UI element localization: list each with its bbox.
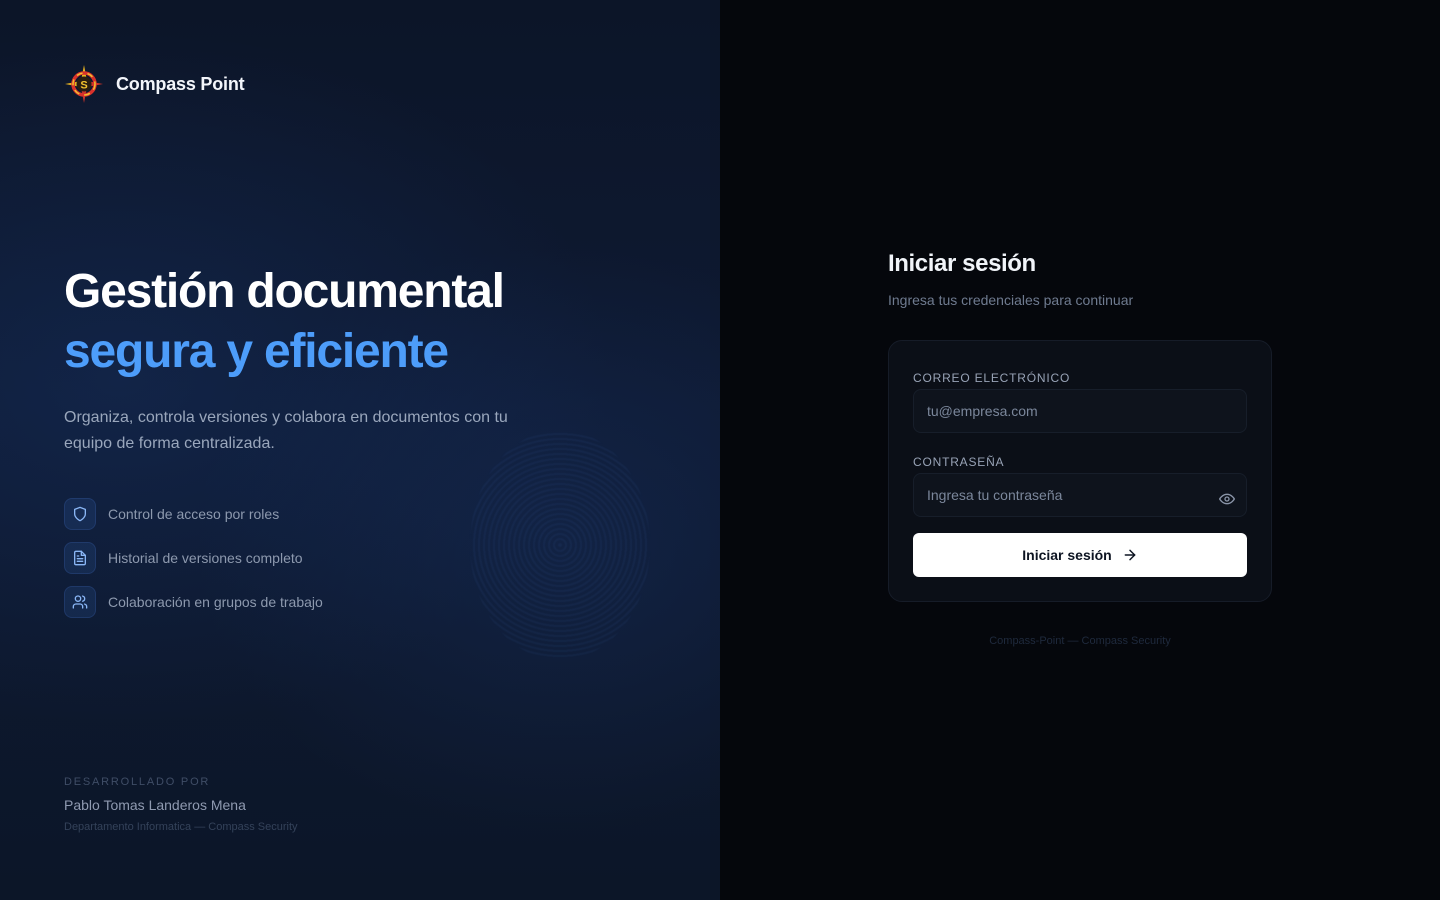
hero-title-line1: Gestión documental [64,265,505,318]
login-title: Iniciar sesión [888,250,1036,277]
shield-icon [64,498,96,530]
feature-label: Historial de versiones completo [108,550,303,566]
hero-description: Organiza, controla versiones y colabora … [64,409,508,452]
credits-kicker: DESARROLLADO POR [64,776,211,788]
credits: DESARROLLADO POR Pablo Tomas Landeros Me… [64,776,298,833]
feature-label: Control de acceso por roles [108,506,280,522]
hero-heading: Gestión documental segura y eficiente [64,262,505,382]
svg-text:S: S [80,80,87,92]
login-submit-label: Iniciar sesión [1022,547,1112,563]
show-password-toggle[interactable] [1213,485,1241,513]
feature-item: Control de acceso por roles [64,498,323,530]
hero-title-line2: segura y eficiente [64,325,449,378]
document-icon [64,542,96,574]
password-field[interactable] [913,473,1247,517]
login-subtitle: Ingresa tus credenciales para continuar [888,292,1134,308]
credits-department: Departamento Informatica — Compass Secur… [64,821,298,833]
feature-label: Colaboración en grupos de trabajo [108,594,323,610]
credits-name: Pablo Tomas Landeros Mena [64,797,246,813]
login-header: Iniciar sesión Ingresa tus credenciales … [888,250,1133,308]
brand-name: Compass Point [116,73,245,94]
background-decoration [470,430,650,660]
login-form: CORREO ELECTRÓNICO CONTRASEÑA Iniciar se… [888,340,1272,602]
compass-logo-icon: S [65,65,103,103]
footer-note: Compass-Point — Compass Security [989,635,1171,647]
feature-item: Historial de versiones completo [64,542,323,574]
eye-icon [1219,493,1235,505]
users-icon [64,586,96,618]
brand-panel: S Compass Point Gestión documental segur… [0,0,720,900]
feature-list: Control de acceso por roles Historial de… [64,498,323,630]
email-field[interactable] [913,389,1247,433]
arrow-right-icon [1124,549,1136,561]
feature-item: Colaboración en grupos de trabajo [64,586,323,618]
password-label: CONTRASEÑA [913,455,1005,469]
email-label: CORREO ELECTRÓNICO [913,371,1071,385]
brand: S Compass Point [64,64,245,104]
login-submit-button[interactable]: Iniciar sesión [913,533,1247,577]
